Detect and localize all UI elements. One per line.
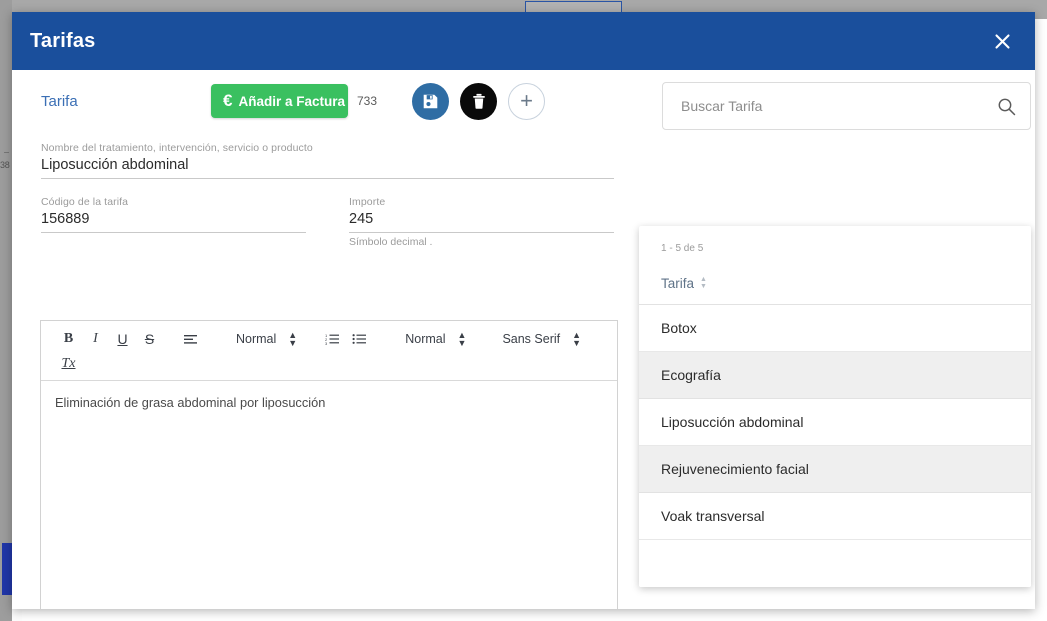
- heading-select-value: Normal: [236, 332, 276, 346]
- underline-button[interactable]: U: [109, 328, 136, 350]
- add-button[interactable]: +: [508, 83, 545, 120]
- search-icon[interactable]: [997, 97, 1016, 116]
- ordered-list-icon[interactable]: 1 2 3: [319, 328, 346, 350]
- amount-hint: Símbolo decimal .: [349, 233, 614, 248]
- font-select[interactable]: Sans Serif ▲▼: [492, 328, 589, 350]
- search-box[interactable]: [662, 82, 1031, 130]
- tariff-code-field[interactable]: Código de la tarifa 156889: [41, 196, 306, 248]
- size-select-value: Normal: [405, 332, 445, 346]
- amount-field[interactable]: Importe 245 Símbolo decimal .: [349, 196, 614, 248]
- list-item[interactable]: Liposucción abdominal: [639, 399, 1031, 446]
- tarifa-form: Tarifa € Añadir a Factura 733: [29, 70, 629, 609]
- field-underline: [41, 232, 306, 233]
- search-input[interactable]: [679, 97, 997, 115]
- bullet-list-icon[interactable]: [346, 328, 373, 350]
- add-to-invoice-label: Añadir a Factura: [238, 94, 345, 109]
- treatment-name-value[interactable]: Liposucción abdominal: [41, 154, 614, 178]
- editor-toolbar: B I U S Normal ▲▼: [41, 321, 617, 381]
- chevron-updown-icon: ▲▼: [458, 331, 467, 347]
- font-select-value: Sans Serif: [502, 332, 560, 346]
- page-title: Tarifas: [30, 30, 96, 53]
- background-left-rail: [0, 0, 12, 621]
- clear-format-button[interactable]: Tx: [55, 353, 82, 375]
- modal-body: Tarifa € Añadir a Factura 733: [12, 70, 1035, 609]
- results-footer: [639, 540, 1031, 587]
- count-badge: 733: [357, 94, 377, 108]
- description-editor: B I U S Normal ▲▼: [40, 320, 618, 609]
- background-blue-indicator: [2, 543, 12, 595]
- align-icon[interactable]: [177, 328, 204, 350]
- column-header-label: Tarifa: [661, 276, 694, 291]
- field-underline: [41, 178, 614, 179]
- add-to-invoice-button[interactable]: € Añadir a Factura: [211, 84, 348, 118]
- svg-text:3: 3: [325, 341, 328, 345]
- save-icon: [422, 93, 439, 110]
- list-item[interactable]: Ecografía: [639, 352, 1031, 399]
- code-amount-row: Código de la tarifa 156889 Importe 245 S…: [41, 196, 614, 248]
- strikethrough-button[interactable]: S: [136, 328, 163, 350]
- heading-select[interactable]: Normal ▲▼: [226, 328, 305, 350]
- list-item[interactable]: Rejuvenecimiento facial: [639, 446, 1031, 493]
- italic-button[interactable]: I: [82, 328, 109, 350]
- plus-icon: +: [520, 90, 533, 112]
- section-label: Tarifa: [41, 93, 211, 110]
- results-card: 1 - 5 de 5 Tarifa ▲ ▼ Botox Ecografía Li…: [639, 226, 1031, 587]
- column-header-tarifa[interactable]: Tarifa ▲ ▼: [639, 254, 1031, 305]
- bold-button[interactable]: B: [55, 328, 82, 350]
- delete-button[interactable]: [460, 83, 497, 120]
- treatment-name-label: Nombre del tratamiento, intervención, se…: [41, 142, 614, 154]
- list-item[interactable]: Voak transversal: [639, 493, 1031, 540]
- close-icon[interactable]: [987, 26, 1017, 56]
- chevron-updown-icon: ▲▼: [572, 331, 581, 347]
- amount-value[interactable]: 245: [349, 208, 614, 232]
- modal-header: Tarifas: [12, 12, 1035, 70]
- list-item[interactable]: Botox: [639, 305, 1031, 352]
- editor-content[interactable]: Eliminación de grasa abdominal por lipos…: [41, 381, 617, 410]
- chevron-updown-icon: ▲▼: [288, 331, 297, 347]
- amount-label: Importe: [349, 196, 614, 208]
- tariff-code-label: Código de la tarifa: [41, 196, 306, 208]
- sort-icon: ▲ ▼: [700, 277, 707, 290]
- size-select[interactable]: Normal ▲▼: [395, 328, 474, 350]
- result-count: 1 - 5 de 5: [639, 226, 1031, 254]
- tariff-code-value[interactable]: 156889: [41, 208, 306, 232]
- background-number: 38: [0, 160, 9, 170]
- save-button[interactable]: [412, 83, 449, 120]
- editor-toolbar-row-2: Tx: [41, 350, 617, 375]
- euro-icon: €: [223, 91, 232, 111]
- treatment-name-field[interactable]: Nombre del tratamiento, intervención, se…: [41, 142, 614, 179]
- search-panel: 1 - 5 de 5 Tarifa ▲ ▼ Botox Ecografía Li…: [647, 70, 1035, 609]
- background-tick: [4, 152, 9, 153]
- action-toolbar: Tarifa € Añadir a Factura 733: [29, 70, 629, 132]
- trash-icon: [471, 93, 487, 110]
- tarifas-modal: Tarifas Tarifa € Añadir a Factura 733: [12, 12, 1035, 609]
